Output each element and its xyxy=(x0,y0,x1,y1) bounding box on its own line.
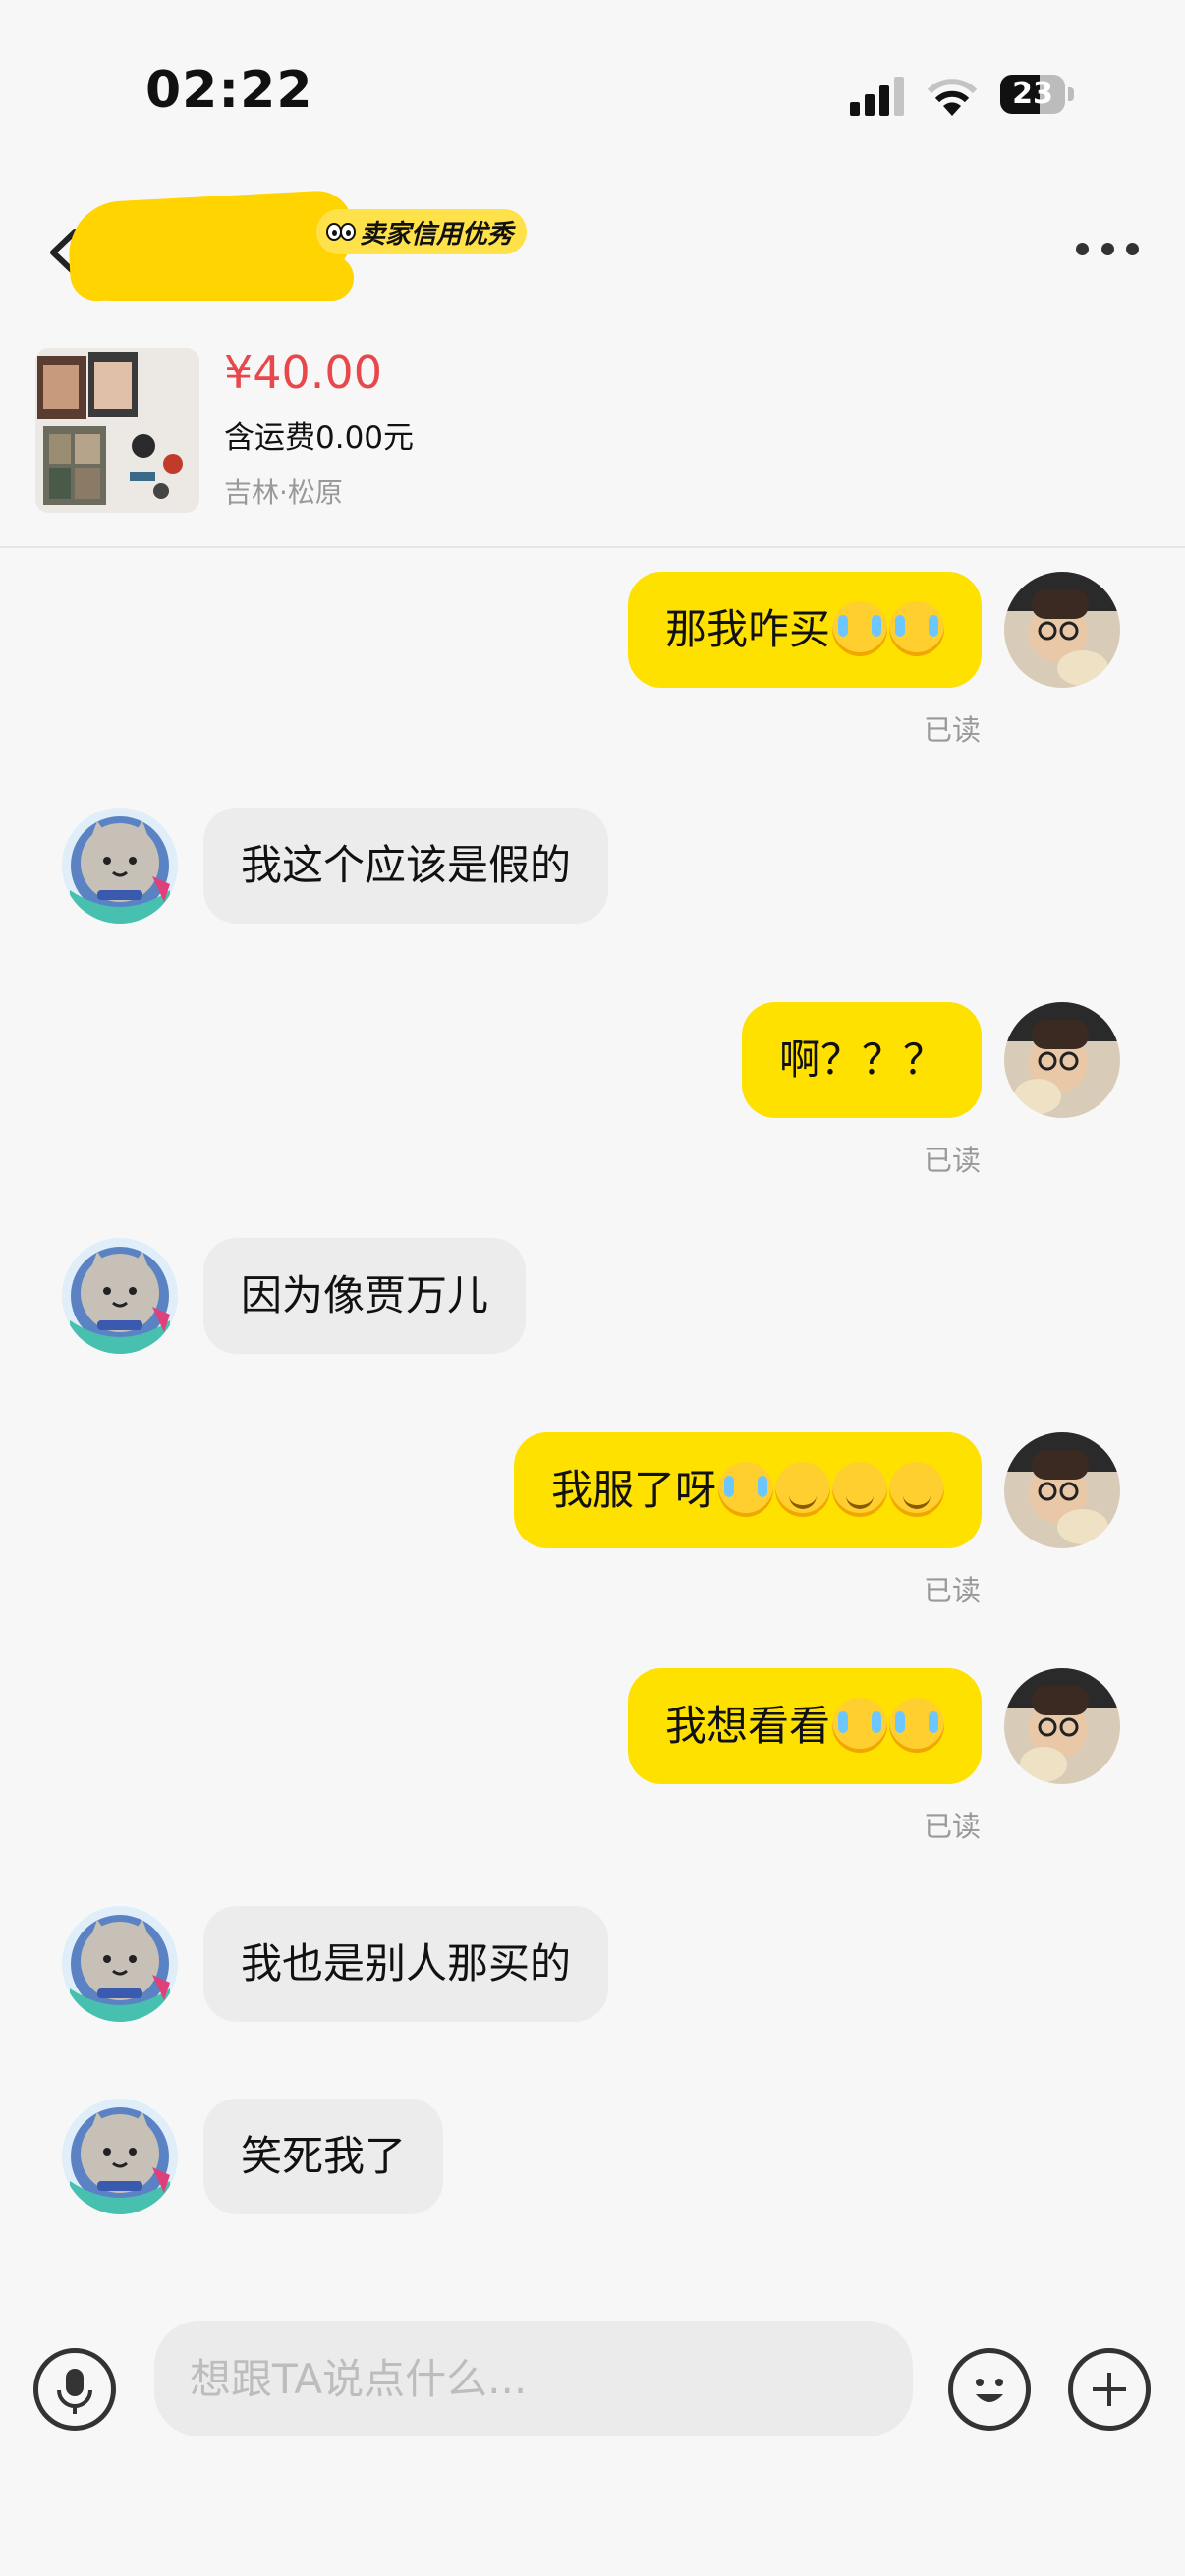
seller-location: 吉林·松原 xyxy=(224,476,343,509)
credit-badge-label: 卖家信用优秀 xyxy=(360,219,514,250)
battery-icon: 23 xyxy=(1000,75,1075,116)
plus-icon xyxy=(1093,2373,1126,2406)
voice-input-button[interactable] xyxy=(33,2348,116,2431)
message-bubble[interactable]: 我也是别人那买的 xyxy=(203,1906,609,2022)
message-bubble[interactable]: 我这个应该是假的 xyxy=(203,808,609,924)
crying-emoji-icon xyxy=(832,1697,887,1753)
message-bubble[interactable]: 因为像贾万儿 xyxy=(203,1238,527,1354)
emoji-button[interactable] xyxy=(948,2348,1031,2431)
status-bar: 02:22 23 xyxy=(0,0,1185,187)
redacted-seller-name-scribble xyxy=(88,255,354,301)
read-receipt: 已读 xyxy=(924,1810,982,1843)
crying-emoji-icon xyxy=(718,1461,773,1517)
cellular-signal-icon xyxy=(850,77,904,116)
seller-avatar[interactable] xyxy=(62,1906,178,2022)
more-actions-button[interactable] xyxy=(1068,2348,1151,2431)
wifi-icon xyxy=(927,79,978,116)
smiling-emoji-icon xyxy=(832,1461,887,1517)
eyes-icon xyxy=(326,221,356,243)
smiling-emoji-icon xyxy=(889,1461,944,1517)
product-price: ¥40.00 xyxy=(224,346,382,399)
header-divider xyxy=(0,546,1185,548)
message-text: 那我咋买 xyxy=(664,605,830,653)
read-receipt: 已读 xyxy=(924,1574,982,1607)
emoji-icon xyxy=(976,2379,1003,2402)
product-thumbnail[interactable] xyxy=(35,348,199,513)
read-receipt: 已读 xyxy=(924,1144,982,1177)
smiling-emoji-icon xyxy=(775,1461,830,1517)
clock: 02:22 xyxy=(145,61,313,120)
message-text: 因为像贾万儿 xyxy=(241,1271,489,1319)
seller-avatar[interactable] xyxy=(62,2099,178,2214)
crying-emoji-icon xyxy=(889,600,944,656)
message-bubble[interactable]: 笑死我了 xyxy=(203,2099,444,2214)
crying-emoji-icon xyxy=(889,1697,944,1753)
message-text: 我想看看 xyxy=(664,1702,830,1750)
message-bubble[interactable]: 我想看看 xyxy=(627,1668,982,1784)
read-receipt: 已读 xyxy=(924,713,982,747)
microphone-icon xyxy=(57,2369,92,2414)
message-input[interactable] xyxy=(154,2321,913,2436)
shipping-fee: 含运费0.00元 xyxy=(224,420,415,456)
my-avatar[interactable] xyxy=(1004,572,1120,688)
message-bubble[interactable]: 那我咋买 xyxy=(627,572,982,688)
chat-input-bar xyxy=(0,2299,1185,2476)
my-avatar[interactable] xyxy=(1004,1432,1120,1548)
message-text: 我服了呀 xyxy=(550,1466,716,1514)
message-text: 我这个应该是假的 xyxy=(241,841,572,889)
crying-emoji-icon xyxy=(832,600,887,656)
message-bubble[interactable]: 啊？？？ xyxy=(741,1002,982,1118)
message-text: 啊？？？ xyxy=(778,1036,944,1084)
message-text: 我也是别人那买的 xyxy=(241,1939,572,1988)
message-bubble[interactable]: 我服了呀 xyxy=(513,1432,982,1548)
seller-avatar[interactable] xyxy=(62,808,178,924)
more-options-icon[interactable] xyxy=(1076,243,1139,260)
seller-credit-badge[interactable]: 卖家信用优秀 xyxy=(316,209,528,254)
seller-avatar[interactable] xyxy=(62,1238,178,1354)
my-avatar[interactable] xyxy=(1004,1668,1120,1784)
message-text: 笑死我了 xyxy=(241,2132,407,2180)
battery-level: 23 xyxy=(1012,77,1053,111)
my-avatar[interactable] xyxy=(1004,1002,1120,1118)
